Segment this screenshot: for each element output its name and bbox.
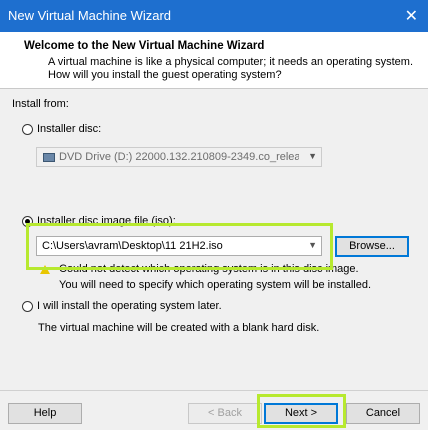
title-bar: New Virtual Machine Wizard ✕ xyxy=(0,0,428,32)
drive-select-value: DVD Drive (D:) 22000.132.210809-2349.co_… xyxy=(59,151,299,163)
close-icon[interactable]: ✕ xyxy=(405,6,418,26)
dvd-drive-icon xyxy=(43,153,55,162)
warning-line-2: You will need to specify which operating… xyxy=(59,279,372,291)
disc-image-radio[interactable] xyxy=(22,216,33,227)
chevron-down-icon: ▼ xyxy=(308,240,317,250)
install-from-label: Install from: xyxy=(12,98,69,110)
install-later-description: The virtual machine will be created with… xyxy=(38,322,320,334)
browse-button[interactable]: Browse... xyxy=(335,236,409,257)
cancel-button[interactable]: Cancel xyxy=(346,403,420,424)
disc-image-label[interactable]: Installer disc image file (iso): xyxy=(37,215,176,227)
page-description: A virtual machine is like a physical com… xyxy=(48,56,414,81)
chevron-down-icon: ▼ xyxy=(308,151,317,161)
window-title: New Virtual Machine Wizard xyxy=(8,8,172,23)
install-later-radio[interactable] xyxy=(22,301,33,312)
installer-disc-label[interactable]: Installer disc: xyxy=(37,123,101,135)
warning-line-1: Could not detect which operating system … xyxy=(59,263,359,275)
iso-path-value: C:\Users\avram\Desktop\11 21H2.iso xyxy=(42,240,223,252)
footer-divider xyxy=(0,390,428,391)
install-later-label[interactable]: I will install the operating system late… xyxy=(37,300,222,312)
installer-disc-radio[interactable] xyxy=(22,124,33,135)
warning-icon xyxy=(40,265,50,274)
help-button[interactable]: Help xyxy=(8,403,82,424)
iso-path-input[interactable]: C:\Users\avram\Desktop\11 21H2.iso ▼ xyxy=(36,236,322,256)
back-button[interactable]: < Back xyxy=(188,403,262,424)
next-button[interactable]: Next > xyxy=(264,403,338,424)
wizard-header: Welcome to the New Virtual Machine Wizar… xyxy=(0,32,428,89)
page-title: Welcome to the New Virtual Machine Wizar… xyxy=(24,40,265,52)
drive-select[interactable]: DVD Drive (D:) 22000.132.210809-2349.co_… xyxy=(36,147,322,167)
